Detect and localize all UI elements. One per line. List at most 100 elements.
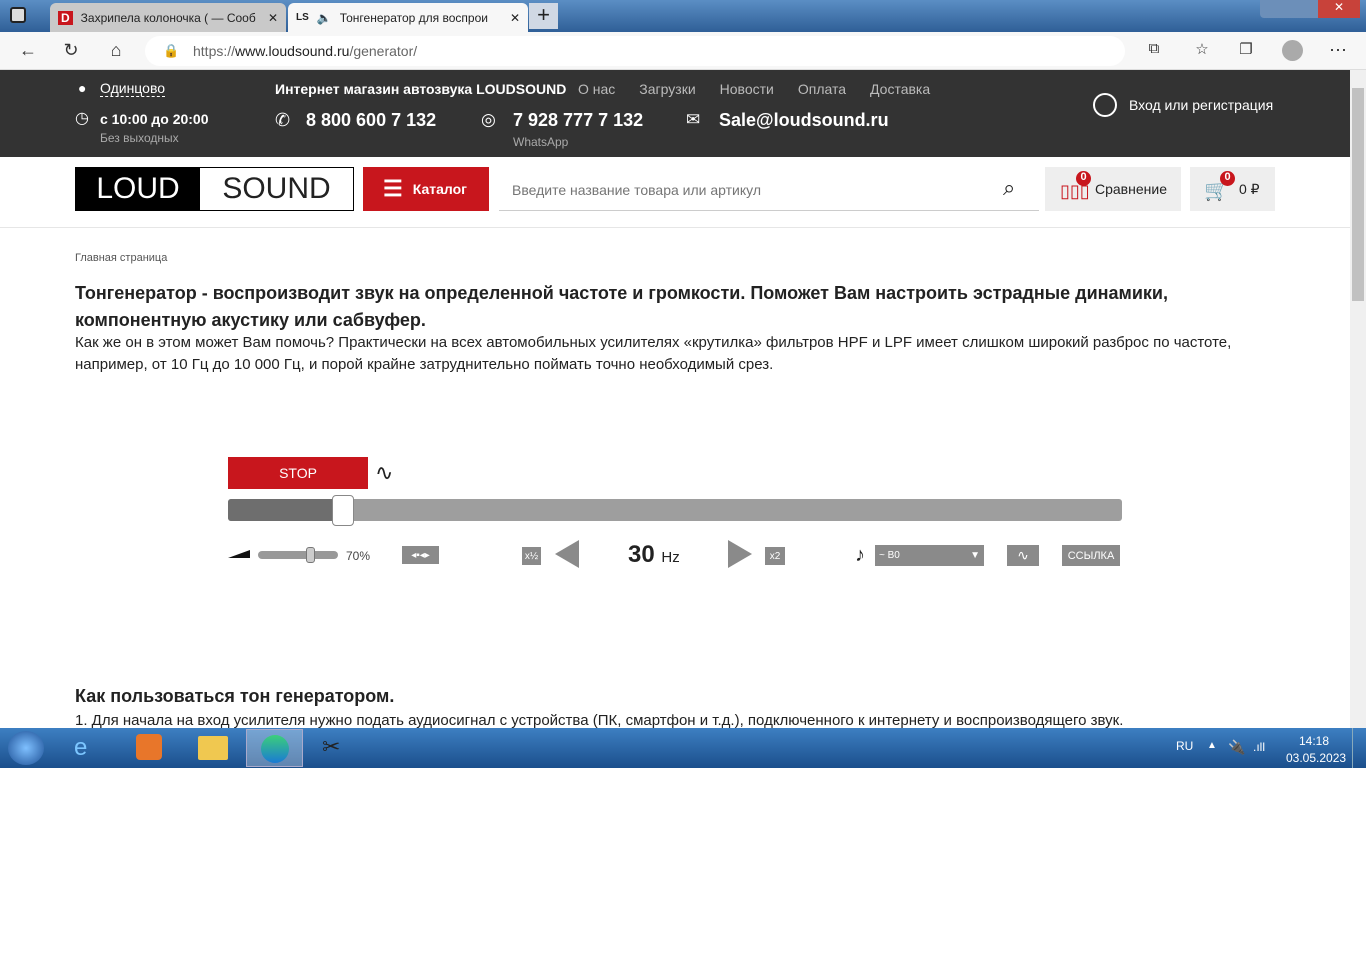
frequency-slider-fill — [228, 499, 345, 521]
speakers-icon: ◂▪◂▸ — [411, 549, 430, 561]
phone-number[interactable]: 8 800 600 7 132 — [306, 110, 436, 131]
link-news[interactable]: Новости — [720, 81, 774, 97]
link-payment[interactable]: Оплата — [798, 81, 846, 97]
close-window-icon[interactable]: ✕ — [1318, 0, 1360, 18]
cart-badge: 0 — [1220, 171, 1235, 186]
power-icon[interactable]: 🔌 — [1228, 739, 1245, 756]
half-frequency-button[interactable]: x½ — [522, 547, 541, 565]
work-hours: с 10:00 до 20:00 — [100, 111, 209, 127]
compare-badge: 0 — [1076, 171, 1091, 186]
volume-value: 70% — [346, 549, 371, 563]
logo[interactable]: LOUD SOUND — [75, 167, 354, 211]
extensions-icon[interactable]: ⧉ — [1143, 40, 1165, 57]
scrollbar-thumb[interactable] — [1352, 88, 1364, 301]
tray-expand-icon[interactable]: ▲ — [1207, 740, 1217, 751]
whatsapp-number[interactable]: 7 928 777 7 132 — [513, 110, 643, 131]
link-about[interactable]: О нас — [578, 81, 615, 97]
volume-slider[interactable] — [258, 547, 338, 563]
city-selector[interactable]: Одинцово — [100, 80, 166, 97]
note-select[interactable]: ~ B0 ▼ — [875, 545, 984, 566]
user-icon[interactable] — [1093, 93, 1117, 117]
collections-icon[interactable]: ❐ — [1235, 40, 1257, 58]
tab-actions-icon[interactable] — [10, 7, 26, 23]
speaker-icon[interactable]: 🔈 — [317, 11, 332, 25]
home-icon[interactable]: ⌂ — [105, 40, 127, 61]
decrease-frequency-button[interactable] — [555, 540, 579, 568]
login-link[interactable]: Вход или регистрация — [1129, 97, 1273, 113]
lock-icon: 🔒 — [163, 43, 180, 58]
note-value: ~ B0 — [879, 550, 900, 561]
refresh-icon[interactable]: ↻ — [60, 40, 82, 61]
top-links: О нас Загрузки Новости Оплата Доставка — [578, 81, 930, 97]
link-button[interactable]: ССЫЛКА — [1062, 545, 1120, 566]
paint-icon[interactable]: ✂ — [322, 734, 340, 760]
catalog-label: Каталог — [412, 181, 467, 197]
tab-2-active[interactable]: LS 🔈 Тонгенератор для воспрои ✕ — [288, 3, 528, 32]
site-nav: LOUD SOUND ☰ Каталог ⌕ ▯▯▯ 0 Сравнение 🛒 … — [0, 157, 1350, 228]
increase-frequency-button[interactable] — [728, 540, 752, 568]
media-player-icon[interactable] — [136, 734, 162, 760]
link-delivery[interactable]: Доставка — [870, 81, 930, 97]
wave-icon: ∿ — [1017, 547, 1029, 563]
close-icon[interactable]: ✕ — [510, 11, 520, 25]
search-icon[interactable]: ⌕ — [1003, 175, 1015, 201]
window-controls[interactable]: ✕ — [1260, 0, 1360, 18]
waveform-button[interactable]: ∿ — [1007, 545, 1039, 566]
edge-taskbar-button[interactable] — [246, 729, 303, 767]
clock-icon: ◷ — [75, 110, 89, 127]
catalog-button[interactable]: ☰ Каталог — [363, 167, 489, 211]
link-downloads[interactable]: Загрузки — [639, 81, 695, 97]
back-icon[interactable]: ← — [17, 40, 39, 61]
phone-icon: ✆ — [275, 110, 291, 130]
balance-button[interactable]: ◂▪◂▸ — [402, 546, 439, 564]
stop-button[interactable]: STOP — [228, 457, 368, 489]
compare-button[interactable]: ▯▯▯ 0 Сравнение — [1045, 167, 1181, 211]
frequency-unit: Hz — [661, 549, 680, 566]
dropdown-arrow-icon: ▼ — [970, 550, 980, 561]
url-path: /generator/ — [349, 43, 418, 59]
language-indicator[interactable]: RU — [1176, 739, 1193, 753]
more-icon[interactable]: ⋯ — [1327, 40, 1349, 61]
favicon: D — [58, 10, 73, 25]
whatsapp-label: WhatsApp — [513, 135, 569, 149]
email-link[interactable]: Sale@loudsound.ru — [719, 110, 889, 131]
search-input[interactable] — [499, 169, 1039, 211]
browser-tab-bar: D Захрипела колоночка ( — Сооб ✕ LS 🔈 То… — [0, 0, 1366, 32]
whatsapp-icon: ◎ — [481, 110, 496, 129]
url-prefix: https:// — [193, 43, 236, 59]
favorites-icon[interactable]: ☆ — [1191, 40, 1213, 58]
edge-icon — [261, 735, 289, 763]
menu-icon: ☰ — [383, 176, 403, 201]
frequency-display[interactable]: 30 Hz — [628, 541, 680, 569]
frequency-slider-handle[interactable] — [332, 495, 354, 526]
new-tab-button[interactable]: + — [529, 3, 558, 29]
logo-right: SOUND — [222, 172, 331, 205]
site-header: ● Одинцово ◷ с 10:00 до 20:00 Без выходн… — [0, 70, 1350, 157]
address-bar-row: ← ↻ ⌂ 🔒 https://www.loudsound.ru/generat… — [0, 32, 1366, 70]
clock-time[interactable]: 14:18 — [1299, 734, 1329, 748]
cart-button[interactable]: 🛒 0 0 ₽ — [1190, 167, 1275, 211]
clock-date[interactable]: 03.05.2023 — [1286, 751, 1346, 765]
tab-title: Тонгенератор для воспрои — [339, 10, 488, 25]
breadcrumb[interactable]: Главная страница — [75, 252, 167, 264]
page-title: Тонгенератор - воспроизводит звук на опр… — [75, 283, 1168, 330]
close-icon[interactable]: ✕ — [268, 11, 278, 25]
location-pin-icon: ● — [78, 80, 87, 96]
scrollbar[interactable] — [1350, 70, 1366, 728]
shop-title: Интернет магазин автозвука LOUDSOUND — [275, 81, 567, 97]
sine-wave-icon[interactable]: ∿ — [375, 460, 393, 486]
compare-label: Сравнение — [1095, 181, 1167, 197]
start-button[interactable] — [8, 731, 44, 765]
tab-title: Захрипела колоночка ( — Сооб — [80, 10, 256, 25]
volume-slider-handle[interactable] — [306, 547, 315, 563]
show-desktop-button[interactable] — [1352, 728, 1366, 768]
url-field[interactable]: 🔒 https://www.loudsound.ru/generator/ — [145, 36, 1125, 66]
double-frequency-button[interactable]: x2 — [765, 547, 785, 565]
howto-title: Как пользоваться тон генератором. — [75, 686, 395, 706]
profile-avatar[interactable] — [1282, 40, 1303, 61]
tab-1[interactable]: D Захрипела колоночка ( — Сооб ✕ — [50, 3, 286, 32]
explorer-icon[interactable] — [198, 736, 228, 760]
network-icon[interactable]: .ıll — [1253, 740, 1265, 754]
frequency-slider[interactable] — [228, 495, 1122, 526]
ie-icon[interactable]: e — [74, 734, 87, 762]
